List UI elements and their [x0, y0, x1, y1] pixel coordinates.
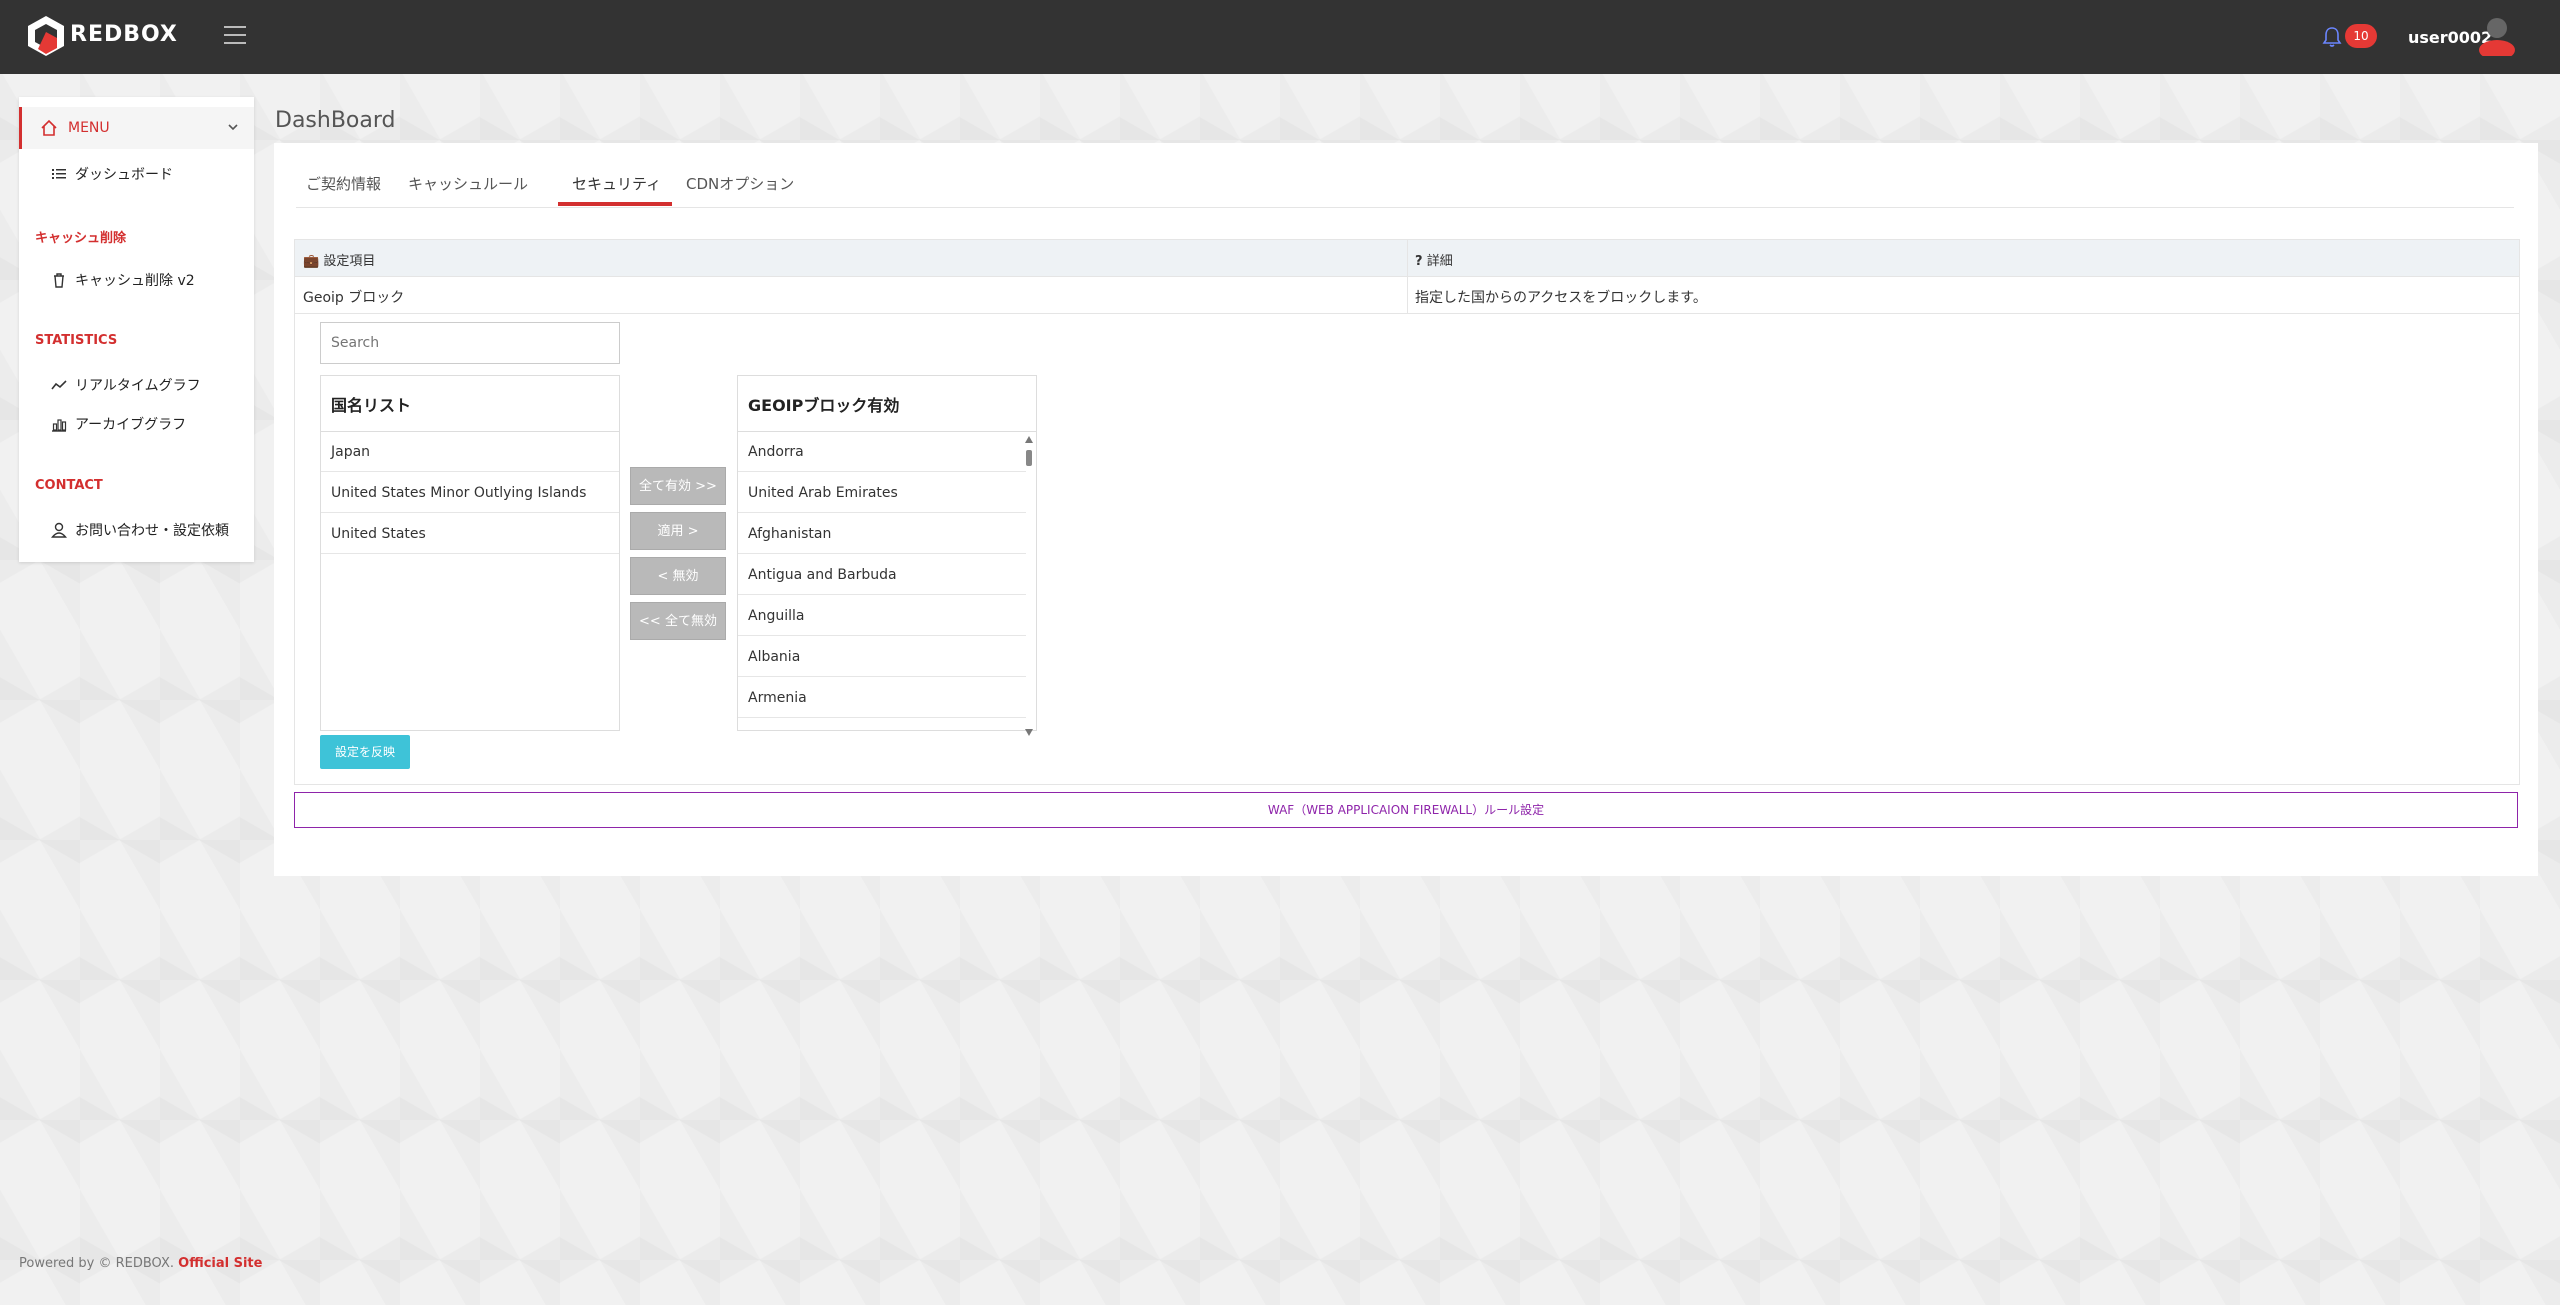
- geoip-label: Geoip ブロック: [303, 290, 405, 306]
- question-icon: ?: [1415, 254, 1423, 269]
- briefcase-icon: 💼: [303, 254, 320, 269]
- scroll-up-icon[interactable]: [1025, 436, 1033, 443]
- tab-bar: ご契約情報 キャッシュルール セキュリティ CDNオプション: [296, 143, 2514, 208]
- user-avatar-icon[interactable]: [2478, 16, 2516, 56]
- logo-text[interactable]: REDBOX: [70, 22, 178, 47]
- tab-cache-rules[interactable]: キャッシュルール: [408, 173, 528, 194]
- sidebar-item-label: ダッシュボード: [75, 167, 173, 183]
- sidebar-item-label: リアルタイムグラフ: [75, 378, 201, 394]
- country-list: 国名リスト Japan United States Minor Outlying…: [320, 375, 620, 731]
- scroll-down-icon[interactable]: [1025, 729, 1033, 736]
- country-search-input[interactable]: [320, 322, 620, 364]
- reflect-settings-button[interactable]: 設定を反映: [320, 735, 410, 769]
- country-list-title: 国名リスト: [331, 396, 412, 415]
- user-icon: [51, 522, 67, 538]
- line-chart-icon: [51, 380, 67, 390]
- table-header-detail: ? 詳細: [1415, 250, 1453, 269]
- top-navbar: REDBOX 10 user0002: [0, 0, 2560, 74]
- table-header-detail-label: 詳細: [1426, 254, 1453, 269]
- tab-cdn-options[interactable]: CDNオプション: [686, 173, 794, 194]
- sidebar-item-cache-delete[interactable]: キャッシュ削除 v2: [51, 270, 195, 290]
- list-item[interactable]: Afghanistan: [738, 514, 1026, 554]
- list-scrollbar[interactable]: [1024, 436, 1034, 736]
- list-item[interactable]: United States: [321, 514, 619, 554]
- sidebar-item-contact[interactable]: お問い合わせ・設定依頼: [51, 520, 229, 540]
- footer-text: Powered by © REDBOX.: [19, 1256, 174, 1271]
- geoip-dual-listbox: 国名リスト Japan United States Minor Outlying…: [295, 314, 2519, 784]
- list-item[interactable]: Armenia: [738, 678, 1026, 718]
- geoip-block-list: GEOIPブロック有効 Andorra United Arab Emirates…: [737, 375, 1037, 736]
- footer: Powered by © REDBOX. Official Site: [19, 1256, 262, 1271]
- official-site-link[interactable]: Official Site: [178, 1256, 262, 1271]
- sidebar-section-statistics: STATISTICS: [35, 333, 118, 348]
- list-item[interactable]: Andorra: [738, 432, 1026, 472]
- redbox-logo-icon[interactable]: [24, 14, 68, 58]
- sidebar-item-label: お問い合わせ・設定依頼: [75, 523, 229, 539]
- geoip-block-list-title: GEOIPブロック有効: [748, 396, 900, 415]
- home-icon: [41, 119, 57, 136]
- page-title: DashBoard: [275, 108, 396, 133]
- tab-security[interactable]: セキュリティ: [572, 173, 661, 194]
- geoip-detail: 指定した国からのアクセスをブロックします。: [1415, 290, 1707, 306]
- enable-all-button[interactable]: 全て有効 >>: [630, 467, 726, 505]
- list-item[interactable]: Antigua and Barbuda: [738, 555, 1026, 595]
- bar-chart-icon: [52, 419, 67, 432]
- list-item[interactable]: Japan: [321, 432, 619, 472]
- scrollbar-thumb[interactable]: [1026, 450, 1032, 466]
- table-header-setting: 💼 設定項目: [303, 250, 375, 269]
- sidebar-item-label: アーカイブグラフ: [75, 417, 187, 433]
- notification-badge[interactable]: 10: [2345, 24, 2377, 48]
- hamburger-menu-icon[interactable]: [224, 26, 246, 44]
- settings-table: 💼 設定項目 ? 詳細 Geoip ブロック 指定した国からのアクセスをブロック…: [294, 239, 2520, 785]
- disable-all-button[interactable]: << 全て無効: [630, 602, 726, 640]
- table-header-setting-label: 設定項目: [323, 254, 376, 269]
- tab-contract-info[interactable]: ご契約情報: [306, 173, 381, 194]
- list-item[interactable]: Albania: [738, 637, 1026, 677]
- sidebar-section-contact: CONTACT: [35, 478, 103, 493]
- trash-icon: [54, 273, 64, 288]
- active-tab-indicator: [558, 202, 672, 206]
- list-icon: [52, 169, 66, 179]
- sidebar-item-realtime-graph[interactable]: リアルタイムグラフ: [51, 375, 201, 395]
- table-header-row: 💼 設定項目 ? 詳細: [295, 240, 2519, 277]
- sidebar-item-dashboard[interactable]: ダッシュボード: [51, 164, 173, 184]
- list-item[interactable]: United Arab Emirates: [738, 473, 1026, 513]
- sidebar-menu-toggle[interactable]: MENU: [19, 107, 254, 149]
- notification-bell-icon[interactable]: [2322, 26, 2342, 48]
- main-panel: ご契約情報 キャッシュルール セキュリティ CDNオプション 💼 設定項目 ? …: [274, 143, 2538, 876]
- waf-rule-settings-button[interactable]: WAF（WEB APPLICAION FIREWALL）ルール設定: [294, 792, 2518, 828]
- sidebar-section-cache: キャッシュ削除: [35, 231, 127, 246]
- list-item[interactable]: Anguilla: [738, 596, 1026, 636]
- sidebar-menu-label: MENU: [68, 120, 110, 136]
- sidebar: MENU ダッシュボード キャッシュ削除 キャッシュ削除 v2 STATISTI…: [19, 97, 254, 562]
- sidebar-item-archive-graph[interactable]: アーカイブグラフ: [51, 414, 186, 434]
- disable-button[interactable]: < 無効: [630, 557, 726, 595]
- sidebar-item-label: キャッシュ削除 v2: [75, 273, 195, 289]
- chevron-down-icon: [228, 124, 238, 131]
- table-row: Geoip ブロック 指定した国からのアクセスをブロックします。: [295, 277, 2519, 314]
- list-item[interactable]: United States Minor Outlying Islands: [321, 473, 619, 513]
- apply-button[interactable]: 適用 >: [630, 512, 726, 550]
